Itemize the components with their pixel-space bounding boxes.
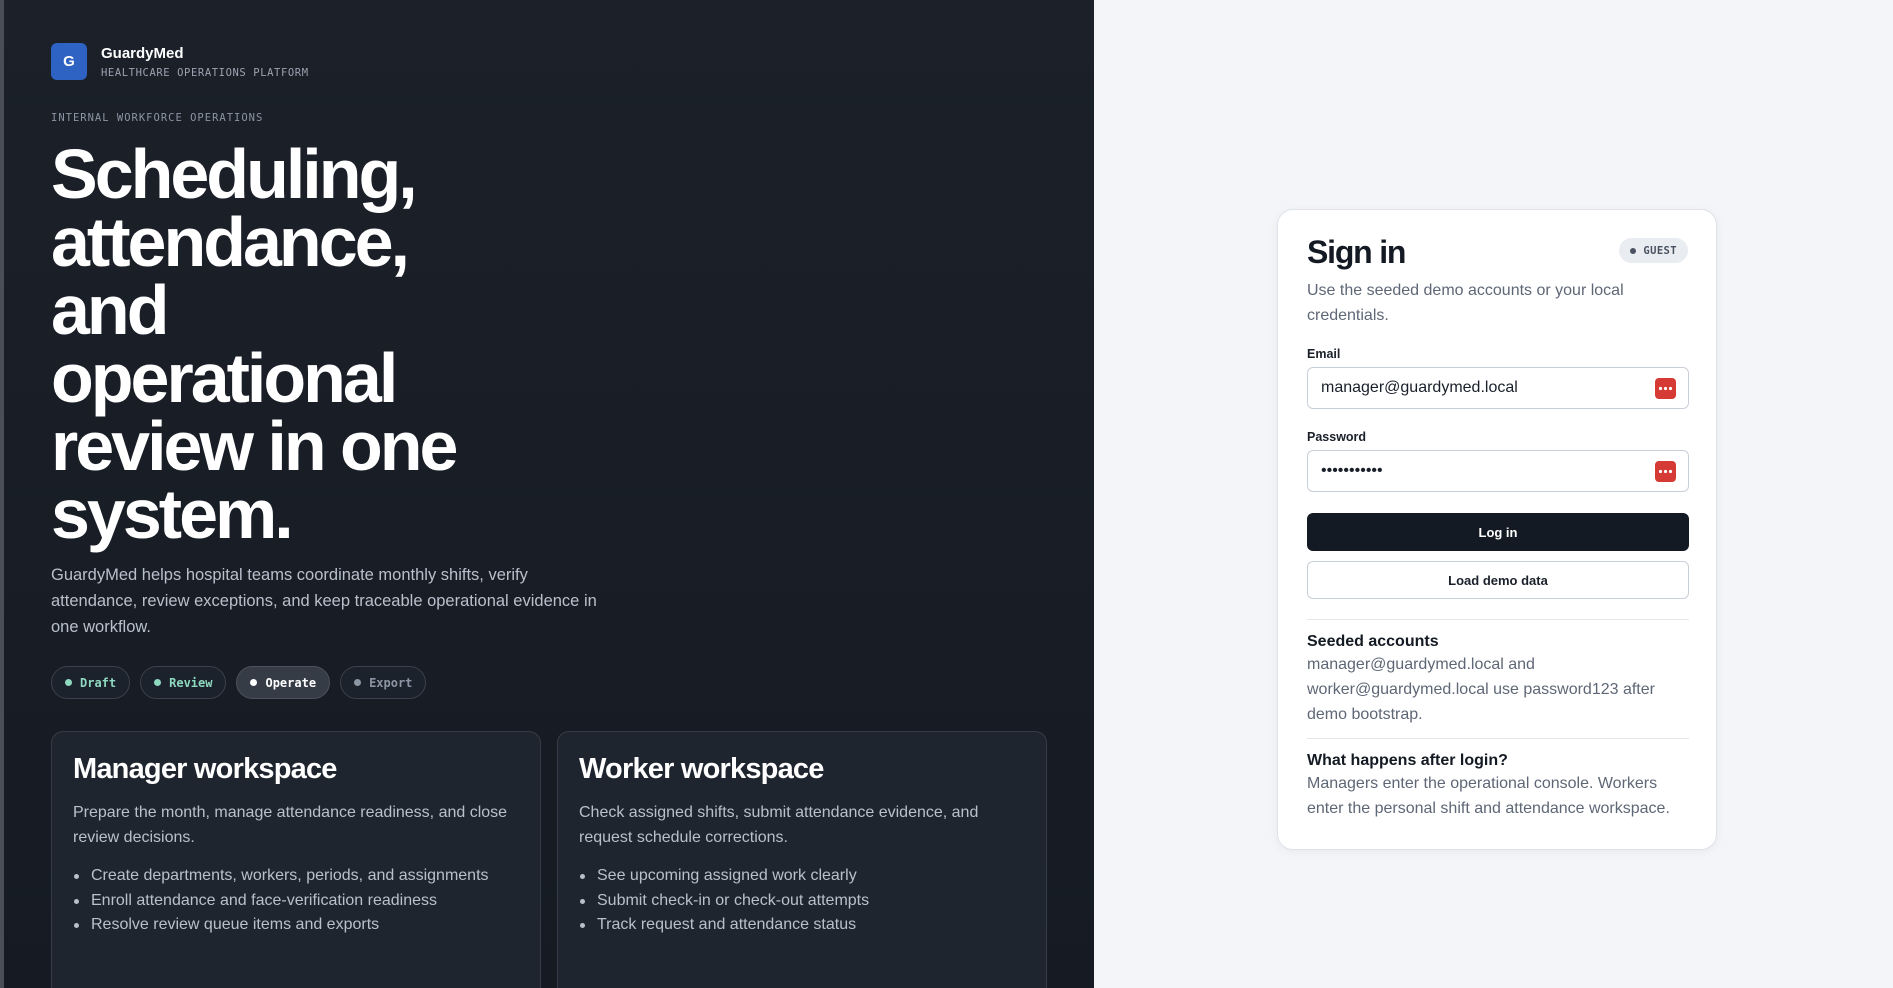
list-item: Enroll attendance and face-verification …	[74, 889, 519, 914]
divider	[1307, 738, 1689, 739]
password-manager-key-icon[interactable]	[1655, 461, 1676, 482]
headline-line: and	[51, 271, 169, 349]
chip-label: Review	[169, 675, 213, 690]
chip-label: Draft	[80, 675, 117, 690]
seeded-accounts-title: Seeded accounts	[1307, 633, 1439, 650]
email-label: Email	[1307, 347, 1341, 361]
brand-text: GuardyMed HEALTHCARE OPERATIONS PLATFORM	[101, 45, 309, 79]
signin-subtitle: Use the seeded demo accounts or your loc…	[1307, 282, 1624, 324]
workspace-title: Worker workspace	[579, 753, 824, 785]
hero-panel: G GuardyMed HEALTHCARE OPERATIONS PLATFO…	[0, 0, 1094, 988]
chip-review[interactable]: Review	[140, 666, 227, 699]
workspace-feature-list: See upcoming assigned work clearly Submi…	[579, 864, 1025, 938]
hero-headline: Scheduling, attendance, and operational …	[51, 139, 511, 549]
signin-title: Sign in	[1307, 234, 1406, 270]
headline-line: system.	[51, 475, 294, 553]
list-item: Create departments, workers, periods, an…	[74, 864, 519, 889]
list-item: See upcoming assigned work clearly	[580, 864, 1025, 889]
password-manager-key-icon[interactable]	[1655, 378, 1676, 399]
guest-badge: GUEST	[1619, 238, 1688, 263]
headline-line: operational	[51, 339, 398, 417]
list-item: Submit check-in or check-out attempts	[580, 889, 1025, 914]
password-field[interactable]: •••••••••••	[1307, 450, 1689, 492]
after-login-text: Managers enter the operational console. …	[1307, 775, 1670, 817]
chip-label: Operate	[265, 675, 317, 690]
workspace-description: Prepare the month, manage attendance rea…	[73, 804, 508, 846]
email-field[interactable]: manager@guardymed.local	[1307, 367, 1689, 409]
password-label: Password	[1307, 430, 1367, 444]
workspace-feature-list: Create departments, workers, periods, an…	[73, 864, 519, 938]
workflow-chips: Draft Review Operate Export	[51, 666, 427, 699]
status-dot-icon	[250, 679, 258, 686]
brand-tagline: HEALTHCARE OPERATIONS PLATFORM	[101, 66, 309, 79]
status-dot-icon	[354, 679, 362, 686]
headline-line: review in one	[51, 407, 458, 485]
load-demo-data-button[interactable]: Load demo data	[1307, 561, 1689, 599]
guest-badge-label: GUEST	[1643, 244, 1677, 257]
headline-line: attendance,	[51, 203, 410, 281]
login-button[interactable]: Log in	[1307, 513, 1689, 551]
list-item: Resolve review queue items and exports	[74, 913, 519, 938]
brand-name: GuardyMed	[101, 44, 184, 62]
workspace-title: Manager workspace	[73, 753, 337, 785]
workspace-description: Check assigned shifts, submit attendance…	[579, 804, 979, 846]
status-dot-icon	[1630, 247, 1637, 254]
status-dot-icon	[65, 679, 72, 686]
manager-workspace-card: Manager workspace Prepare the month, man…	[51, 731, 541, 988]
brand: G GuardyMed HEALTHCARE OPERATIONS PLATFO…	[51, 43, 309, 80]
chip-export[interactable]: Export	[340, 666, 427, 699]
list-item: Track request and attendance status	[580, 913, 1025, 938]
chip-draft[interactable]: Draft	[51, 666, 131, 699]
brand-logo: G	[51, 43, 87, 80]
signin-card: Sign in GUEST Use the seeded demo accoun…	[1277, 209, 1717, 850]
divider	[1307, 619, 1689, 620]
headline-line: Scheduling,	[51, 135, 418, 213]
worker-workspace-card: Worker workspace Check assigned shifts, …	[557, 731, 1047, 988]
password-value: •••••••••••	[1321, 462, 1383, 479]
chip-operate[interactable]: Operate	[236, 666, 331, 699]
seeded-accounts-text: manager@guardymed.local and worker@guard…	[1307, 656, 1655, 723]
chip-label: Export	[369, 675, 413, 690]
hero-lead: GuardyMed helps hospital teams coordinat…	[51, 566, 597, 636]
after-login-title: What happens after login?	[1307, 752, 1508, 769]
hero-eyebrow: INTERNAL WORKFORCE OPERATIONS	[51, 112, 264, 124]
email-value: manager@guardymed.local	[1321, 379, 1518, 396]
status-dot-icon	[154, 679, 162, 686]
